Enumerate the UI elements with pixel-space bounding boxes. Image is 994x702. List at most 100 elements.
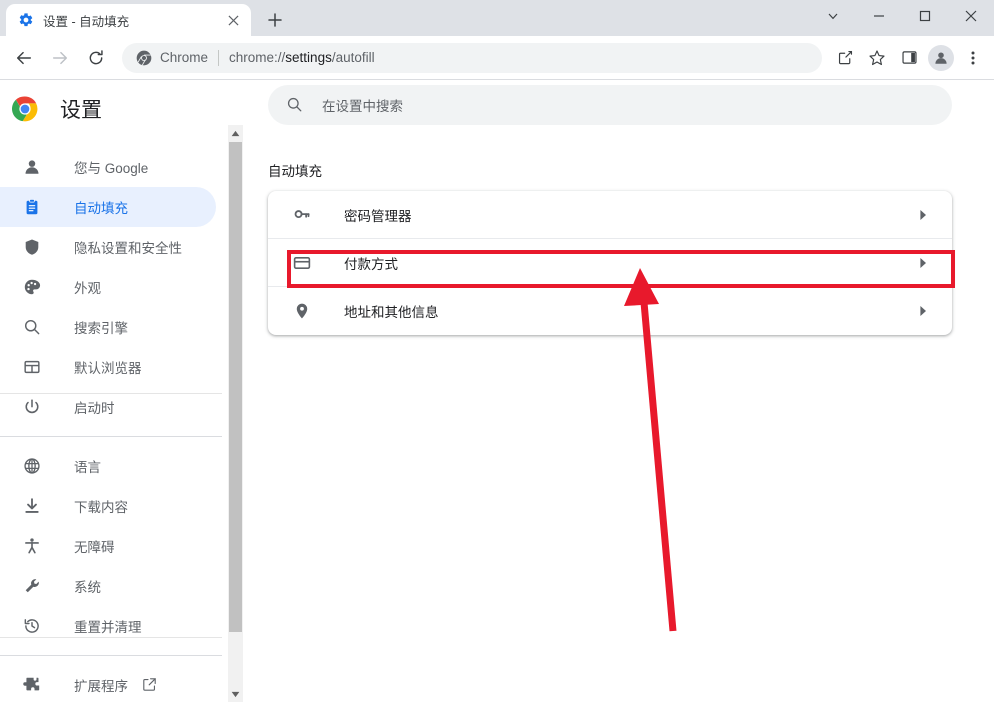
person-icon [935,51,947,64]
omnibox-url-path: /autofill [331,50,375,65]
chevron-right-icon [916,256,930,270]
window-controls [810,0,994,32]
forward-arrow-icon [52,51,68,64]
side-panel-button[interactable] [894,43,924,73]
settings-brand: 设置 [0,81,222,137]
sidebar-nav: 您与 Google 自动填充 隐私设置和安全性 外观 搜索引擎 默认浏览器 启动… [0,147,222,702]
forward-button[interactable] [44,42,76,74]
tab-title: 设置 - 自动填充 [43,14,130,29]
sidebar-item-label: 语言 [74,460,101,475]
chevron-right-icon [916,304,930,318]
profile-button[interactable] [926,43,956,73]
sidebar-item-extensions[interactable]: 扩展程序 [0,665,216,702]
sidebar-item-autofill[interactable]: 自动填充 [0,187,216,227]
sidebar-item-default-browser[interactable]: 默认浏览器 [0,347,216,387]
chevron-right-icon [916,208,930,222]
browser-window-icon [22,357,42,377]
key-icon [292,205,312,225]
sidebar-item-label: 启动时 [74,401,115,416]
tab-close-button[interactable] [223,10,243,30]
omnibox-url: chrome://settings/autofill [229,50,375,65]
chevron-down-icon [828,13,838,20]
caret-down-icon [231,691,240,697]
browser-window: 设置 - 自动填充 Chrome chrome://settings/autof… [0,0,994,702]
wrench-icon [22,576,42,596]
person-icon [22,157,42,177]
scroll-up-button[interactable] [228,125,243,141]
sidebar-item-downloads[interactable]: 下载内容 [0,486,216,526]
sidebar-item-label: 隐私设置和安全性 [74,241,182,256]
new-tab-button[interactable] [262,7,288,33]
settings-search-box[interactable]: 在设置中搜索 [268,85,952,125]
close-button[interactable] [948,0,994,32]
row-addresses-and-more[interactable]: 地址和其他信息 [268,287,952,335]
settings-sidebar: 设置 您与 Google 自动填充 隐私设置和安全性 外观 搜索引擎 默认浏览器… [0,81,222,702]
back-arrow-icon [16,51,32,64]
side-panel-icon [901,51,917,64]
sidebar-group-divider-1 [0,393,222,394]
avatar [928,44,954,71]
row-password-manager[interactable]: 密码管理器 [268,191,952,239]
omnibox-url-host: settings [285,50,332,65]
clipboard-icon [22,197,42,217]
section-heading: 自动填充 [268,164,322,179]
back-button[interactable] [8,42,40,74]
browser-toolbar: Chrome chrome://settings/autofill [0,36,994,80]
tab-search-button[interactable] [810,0,856,32]
sidebar-item-label: 自动填充 [74,201,128,216]
download-icon [22,496,42,516]
address-bar[interactable]: Chrome chrome://settings/autofill [122,42,822,73]
sidebar-item-label: 外观 [74,281,101,296]
scrollbar-thumb[interactable] [229,142,242,632]
sidebar-item-reset-cleanup[interactable]: 重置并清理 [0,606,216,646]
sidebar-scrollbar[interactable] [228,125,243,702]
row-label: 付款方式 [344,256,398,272]
chrome-menu-button[interactable] [958,43,988,73]
search-icon [286,96,304,114]
sidebar-group-divider-2 [0,637,222,638]
maximize-button[interactable] [902,0,948,32]
sidebar-item-languages[interactable]: 语言 [0,446,216,486]
close-icon [965,10,977,22]
settings-title: 设置 [60,99,102,122]
sidebar-item-label: 搜索引擎 [74,321,128,336]
chrome-logo [12,96,38,122]
omnibox-separator [218,49,220,66]
row-payment-methods[interactable]: 付款方式 [268,239,952,287]
row-label: 地址和其他信息 [344,305,439,320]
three-dots-icon [971,51,975,64]
history-restore-icon [22,616,42,636]
minimize-icon [874,15,884,17]
sidebar-item-label: 默认浏览器 [74,361,142,376]
sidebar-divider [0,436,222,437]
star-icon [869,49,885,65]
credit-card-icon [292,253,312,273]
close-icon [227,14,239,26]
chrome-icon [136,50,152,65]
browser-tab[interactable]: 设置 - 自动填充 [6,4,251,36]
sidebar-item-label: 无障碍 [74,540,115,555]
share-button[interactable] [830,43,860,73]
bookmark-button[interactable] [862,43,892,73]
sidebar-item-privacy-security[interactable]: 隐私设置和安全性 [0,227,216,267]
reload-button[interactable] [80,42,112,74]
puzzle-icon [22,675,42,695]
search-icon [22,317,42,337]
sidebar-item-appearance[interactable]: 外观 [0,267,216,307]
sidebar-item-system[interactable]: 系统 [0,566,216,606]
sidebar-item-label: 系统 [74,580,101,595]
sidebar-item-you-and-google[interactable]: 您与 Google [0,147,216,187]
palette-icon [22,277,42,297]
shield-icon [22,237,42,257]
sidebar-item-label: 重置并清理 [74,620,142,635]
search-placeholder: 在设置中搜索 [322,99,403,114]
globe-icon [22,456,42,476]
sidebar-item-search-engine[interactable]: 搜索引擎 [0,307,216,347]
open-in-new-icon [142,677,158,693]
omnibox-url-prefix: chrome:// [229,50,286,65]
tab-strip: 设置 - 自动填充 [0,0,994,36]
scroll-down-button[interactable] [228,686,243,702]
share-icon [838,50,852,65]
sidebar-item-accessibility[interactable]: 无障碍 [0,526,216,566]
minimize-button[interactable] [856,0,902,32]
